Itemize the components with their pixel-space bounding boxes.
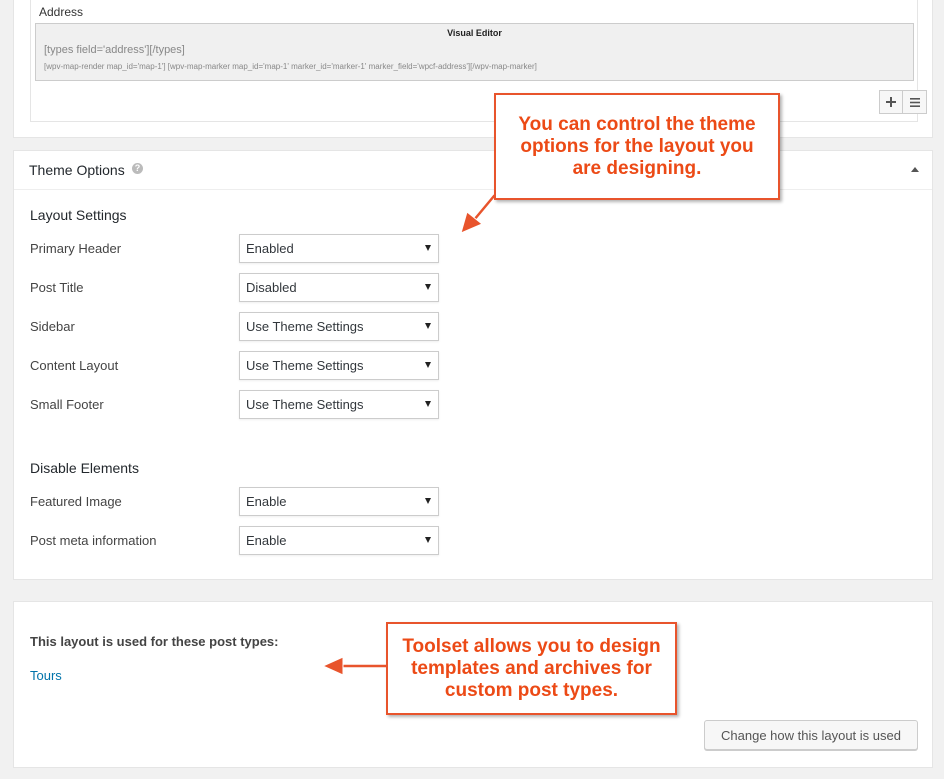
featured-image-value: Enable: [246, 494, 287, 509]
featured-image-select[interactable]: Enable: [239, 487, 439, 516]
post-meta-select[interactable]: Enable: [239, 526, 439, 555]
plus-icon: [886, 94, 896, 110]
dropdown-arrow-icon: [425, 245, 431, 251]
theme-options-title: Theme Options: [29, 162, 125, 178]
content-layout-select[interactable]: Use Theme Settings: [239, 351, 439, 380]
editor-toolbar: [879, 90, 927, 114]
visual-editor-title: Visual Editor: [447, 28, 502, 38]
change-layout-usage-button[interactable]: Change how this layout is used: [704, 720, 918, 750]
small-footer-value: Use Theme Settings: [246, 397, 364, 412]
dropdown-arrow-icon: [425, 323, 431, 329]
shortcode-types-field: [types field='address'][/types]: [44, 44, 185, 56]
callout-theme-options: You can control the theme options for th…: [494, 93, 780, 200]
dropdown-arrow-icon: [425, 401, 431, 407]
primary-header-select[interactable]: Enabled: [239, 234, 439, 263]
post-title-label: Post Title: [30, 280, 84, 295]
menu-icon: [909, 94, 920, 110]
dropdown-arrow-icon: [425, 284, 431, 290]
menu-button[interactable]: [903, 90, 927, 114]
sidebar-select[interactable]: Use Theme Settings: [239, 312, 439, 341]
sidebar-label: Sidebar: [30, 319, 75, 334]
post-type-link-tours[interactable]: Tours: [30, 668, 62, 683]
shortcode-map-render: [wpv-map-render map_id='map-1'] [wpv-map…: [44, 62, 537, 71]
post-meta-value: Enable: [246, 533, 287, 548]
address-panel: Address Visual Editor [types field='addr…: [13, 0, 933, 138]
sidebar-value: Use Theme Settings: [246, 319, 364, 334]
theme-options-panel: Theme Options ? Layout Settings Primary …: [13, 150, 933, 580]
post-types-title: This layout is used for these post types…: [30, 634, 279, 649]
layout-settings-title: Layout Settings: [30, 207, 127, 223]
dropdown-arrow-icon: [425, 498, 431, 504]
primary-header-value: Enabled: [246, 241, 294, 256]
callout-toolset: Toolset allows you to design templates a…: [386, 622, 677, 715]
content-layout-value: Use Theme Settings: [246, 358, 364, 373]
address-field-box: Address Visual Editor [types field='addr…: [30, 0, 927, 122]
dropdown-arrow-icon: [425, 362, 431, 368]
content-layout-label: Content Layout: [30, 358, 119, 373]
question-icon[interactable]: ?: [132, 163, 143, 174]
post-title-select[interactable]: Disabled: [239, 273, 439, 302]
add-button[interactable]: [879, 90, 903, 114]
small-footer-label: Small Footer: [30, 397, 104, 412]
theme-options-header[interactable]: Theme Options ?: [14, 151, 932, 190]
small-footer-select[interactable]: Use Theme Settings: [239, 390, 439, 419]
featured-image-label: Featured Image: [30, 494, 122, 509]
post-title-value: Disabled: [246, 280, 297, 295]
dropdown-arrow-icon: [425, 537, 431, 543]
disable-elements-title: Disable Elements: [30, 460, 139, 476]
visual-editor[interactable]: Visual Editor [types field='address'][/t…: [35, 23, 914, 81]
post-meta-label: Post meta information: [30, 533, 157, 548]
primary-header-label: Primary Header: [30, 241, 122, 256]
address-label: Address: [39, 5, 84, 19]
triangle-up-icon[interactable]: [911, 167, 919, 172]
